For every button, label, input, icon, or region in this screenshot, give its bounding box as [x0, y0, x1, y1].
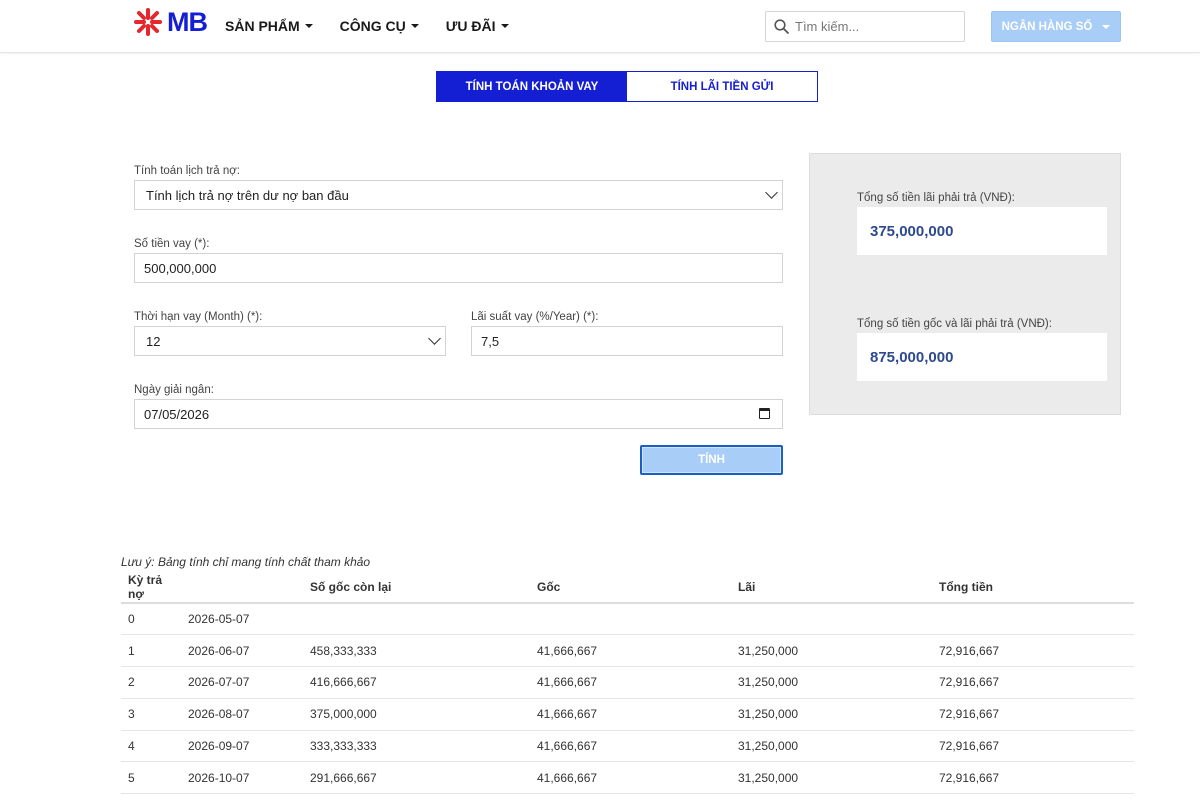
cell-interest [731, 603, 932, 636]
rate-value: 7,5 [481, 333, 500, 349]
term-select[interactable]: 12 [134, 326, 446, 356]
logo-text: MB [167, 6, 208, 37]
table-row: 2 2026-07-07 416,666,667 41,666,667 31,2… [121, 666, 1134, 699]
nav-label: CÔNG CỤ [339, 18, 406, 34]
caret-down-icon [1102, 24, 1111, 29]
schedule-value: Tính lịch trả nợ trên dư nợ ban đầu [146, 187, 349, 203]
cell-period: 0 [121, 603, 181, 636]
digital-bank-button[interactable]: NGÂN HÀNG SỐ [991, 11, 1121, 42]
cell-remaining: 333,333,333 [303, 730, 530, 763]
tab-deposit-interest[interactable]: TÍNH LÃI TIỀN GỬI [627, 72, 817, 101]
table-header-row: Kỳ trả nợ Số gốc còn lại Gốc Lãi Tổng ti… [121, 572, 1134, 604]
cell-date: 2026-07-07 [181, 666, 303, 699]
caret-down-icon [410, 24, 419, 28]
table-row: 1 2026-06-07 458,333,333 41,666,667 31,2… [121, 634, 1134, 668]
amount-value: 500,000,000 [144, 260, 217, 276]
cell-total: 72,916,667 [932, 634, 1134, 668]
cell-period: 3 [121, 698, 181, 731]
col-date [181, 572, 303, 604]
caret-down-icon [500, 24, 509, 28]
top-header: MB SẢN PHẨM CÔNG CỤ ƯU ĐÃI NGÂN HÀNG SỐ [0, 0, 1200, 53]
total-principal-interest-value: 875,000,000 [857, 333, 1107, 381]
term-label: Thời hạn vay (Month) (*): [134, 311, 263, 323]
table-row: 4 2026-09-07 333,333,333 41,666,667 31,2… [121, 730, 1134, 763]
cell-period: 1 [121, 634, 181, 668]
term-value: 12 [146, 333, 161, 349]
cell-principal: 41,666,667 [530, 698, 731, 731]
cell-total: 72,916,667 [932, 698, 1134, 731]
nav-san-pham[interactable]: SẢN PHẨM [225, 18, 313, 34]
rate-label: Lãi suất vay (%/Year) (*): [471, 311, 599, 323]
date-label: Ngày giải ngân: [134, 384, 214, 396]
cell-total: 72,916,667 [932, 761, 1134, 795]
nav-label: ƯU ĐÃI [445, 18, 496, 34]
search-icon [774, 19, 789, 34]
col-remaining-principal: Số gốc còn lại [303, 572, 530, 604]
amount-label: Số tiền vay (*): [134, 238, 210, 250]
disbursement-date-input[interactable]: 07/05/2026 [134, 399, 783, 429]
result-panel: Tổng số tiền lãi phải trả (VNĐ): 375,000… [809, 153, 1121, 415]
nav-cong-cu[interactable]: CÔNG CỤ [340, 18, 419, 34]
total-interest-value: 375,000,000 [857, 207, 1107, 255]
cell-remaining [303, 603, 530, 636]
search-box [765, 11, 965, 42]
total-interest-label: Tổng số tiền lãi phải trả (VNĐ): [857, 192, 1015, 204]
cell-principal: 41,666,667 [530, 730, 731, 763]
calculator-tabs: TÍNH TOÁN KHOẢN VAY TÍNH LÃI TIỀN GỬI [436, 71, 818, 102]
cell-interest: 31,250,000 [731, 730, 932, 763]
reference-note: Lưu ý: Bảng tính chỉ mang tính chất tham… [121, 555, 371, 569]
table-row: 3 2026-08-07 375,000,000 41,666,667 31,2… [121, 698, 1134, 731]
cell-total: 72,916,667 [932, 730, 1134, 763]
cell-remaining: 416,666,667 [303, 666, 530, 699]
nav-label: SẢN PHẨM [225, 18, 300, 34]
cell-principal: 41,666,667 [530, 761, 731, 795]
cell-date: 2026-08-07 [181, 698, 303, 731]
total-principal-interest-label: Tổng số tiền gốc và lãi phải trả (VNĐ): [857, 318, 1052, 330]
cell-period: 5 [121, 761, 181, 795]
cell-interest: 31,250,000 [731, 698, 932, 731]
cell-total [932, 603, 1134, 636]
main-nav: SẢN PHẨM CÔNG CỤ ƯU ĐÃI [225, 18, 536, 34]
cell-date: 2026-09-07 [181, 730, 303, 763]
cell-interest: 31,250,000 [731, 666, 932, 699]
cell-principal: 41,666,667 [530, 666, 731, 699]
schedule-select[interactable]: Tính lịch trả nợ trên dư nợ ban đầu [134, 180, 783, 210]
repayment-schedule-table: Kỳ trả nợ Số gốc còn lại Gốc Lãi Tổng ti… [121, 572, 1134, 795]
rate-input[interactable]: 7,5 [471, 326, 783, 356]
table-row: 0 2026-05-07 [121, 603, 1134, 636]
mb-logo[interactable]: MB [133, 6, 208, 38]
col-principal: Gốc [530, 572, 731, 604]
cell-date: 2026-05-07 [181, 603, 303, 636]
mb-star-icon [134, 8, 162, 36]
cell-interest: 31,250,000 [731, 634, 932, 668]
chevron-down-icon [428, 332, 441, 345]
col-period: Kỳ trả nợ [121, 572, 181, 604]
cell-date: 2026-10-07 [181, 761, 303, 795]
cell-remaining: 375,000,000 [303, 698, 530, 731]
col-interest: Lãi [731, 572, 932, 604]
schedule-label: Tính toán lịch trả nợ: [134, 165, 240, 177]
cell-date: 2026-06-07 [181, 634, 303, 668]
search-input[interactable] [795, 19, 955, 34]
cell-remaining: 458,333,333 [303, 634, 530, 668]
caret-down-icon [304, 24, 313, 28]
nav-uu-dai[interactable]: ƯU ĐÃI [446, 18, 509, 34]
col-total: Tổng tiền [932, 572, 1134, 604]
date-value: 07/05/2026 [144, 406, 210, 422]
amount-input[interactable]: 500,000,000 [134, 253, 783, 283]
chevron-down-icon [765, 186, 778, 199]
tab-loan-calculator[interactable]: TÍNH TOÁN KHOẢN VAY [437, 72, 627, 101]
cell-total: 72,916,667 [932, 666, 1134, 699]
cell-remaining: 291,666,667 [303, 761, 530, 795]
table-row: 5 2026-10-07 291,666,667 41,666,667 31,2… [121, 761, 1134, 795]
calendar-icon[interactable] [759, 408, 770, 419]
calculate-button[interactable]: TÍNH [640, 445, 783, 475]
digital-bank-label: NGÂN HÀNG SỐ [1001, 20, 1093, 33]
cell-interest: 31,250,000 [731, 761, 932, 795]
cell-period: 2 [121, 666, 181, 699]
cell-principal: 41,666,667 [530, 634, 731, 668]
cell-period: 4 [121, 730, 181, 763]
cell-principal [530, 603, 731, 636]
